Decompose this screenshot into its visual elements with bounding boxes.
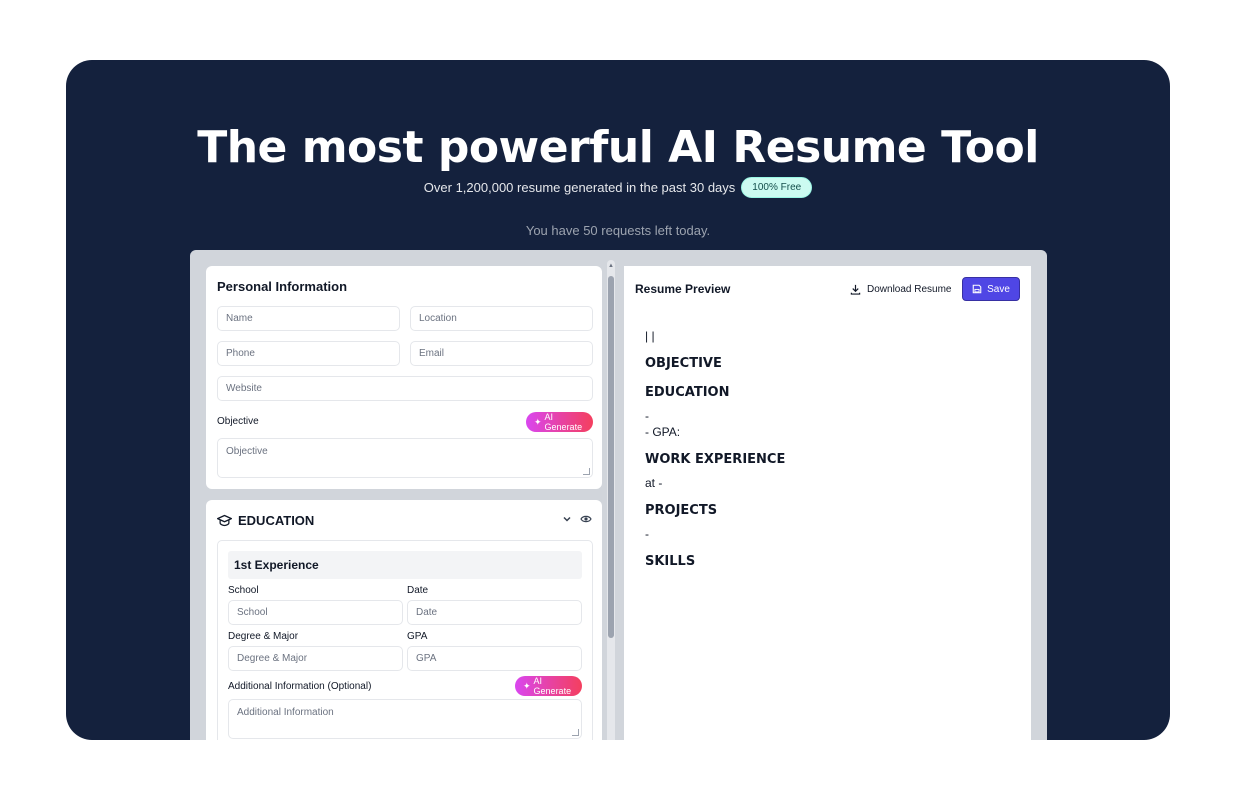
download-resume-label: Download Resume <box>867 283 952 295</box>
additional-info-label: Additional Information (Optional) <box>228 681 372 692</box>
objective-ai-generate-button[interactable]: ✦ AI Generate <box>526 412 593 432</box>
date-input[interactable]: Date <box>407 600 582 625</box>
sparkle-icon: ✦ <box>523 680 531 691</box>
ai-generate-label: AI Generate <box>533 676 572 696</box>
ai-generate-label: AI Generate <box>544 412 583 432</box>
editor-frame: Personal Information Name Location Phone… <box>190 250 1047 740</box>
hero-title: The most powerful AI Resume Tool <box>197 122 1039 173</box>
gpa-label: GPA <box>407 631 428 642</box>
name-input[interactable]: Name <box>217 306 400 331</box>
objective-textarea[interactable]: Objective <box>217 438 593 478</box>
eye-icon[interactable] <box>580 514 592 524</box>
website-input[interactable]: Website <box>217 376 593 401</box>
resume-preview-panel: Resume Preview Download Resume Save | | … <box>624 266 1031 740</box>
education-entry: 1st Experience School Date School Date D… <box>217 540 593 740</box>
scroll-up-arrow-icon[interactable]: ▲ <box>607 262 615 270</box>
preview-education-heading: EDUCATION <box>645 385 730 400</box>
objective-label: Objective <box>217 416 259 427</box>
resume-preview-title: Resume Preview <box>635 282 731 296</box>
location-input[interactable]: Location <box>410 306 593 331</box>
sparkle-icon: ✦ <box>534 416 542 427</box>
hero-subtitle-row: Over 1,200,000 resume generated in the p… <box>66 177 1170 198</box>
preview-projects-line: - <box>645 527 649 541</box>
email-input[interactable]: Email <box>410 341 593 366</box>
page-background: The most powerful AI Resume Tool Over 1,… <box>0 0 1236 800</box>
date-label: Date <box>407 585 429 596</box>
school-label: School <box>228 585 259 596</box>
download-resume-button[interactable]: Download Resume <box>842 278 960 300</box>
personal-info-title: Personal Information <box>217 279 348 294</box>
degree-label: Degree & Major <box>228 631 299 642</box>
download-icon <box>850 284 861 295</box>
graduation-cap-icon <box>217 514 232 527</box>
objective-placeholder: Objective <box>226 446 268 457</box>
form-scrollbar[interactable]: ▲ <box>607 260 615 740</box>
preview-work-heading: WORK EXPERIENCE <box>645 452 786 467</box>
education-controls <box>562 514 592 524</box>
personal-info-section: Personal Information Name Location Phone… <box>206 266 602 489</box>
education-section: EDUCATION 1st Experience School Date Sch… <box>206 500 602 740</box>
hero-subtitle: Over 1,200,000 resume generated in the p… <box>423 180 736 195</box>
additional-info-placeholder: Additional Information <box>237 707 334 718</box>
free-badge: 100% Free <box>741 177 813 198</box>
preview-header-line: | | <box>645 329 655 343</box>
school-input[interactable]: School <box>228 600 403 625</box>
floppy-disk-icon <box>972 284 982 294</box>
preview-skills-heading: SKILLS <box>645 554 696 569</box>
preview-education-gpa: - GPA: <box>645 425 681 439</box>
chevron-down-icon[interactable] <box>562 514 572 524</box>
preview-work-line: at - <box>645 476 663 490</box>
resize-handle-icon[interactable] <box>583 468 590 475</box>
save-label: Save <box>987 283 1010 295</box>
preview-projects-heading: PROJECTS <box>645 503 718 518</box>
save-button[interactable]: Save <box>962 277 1020 301</box>
resize-handle-icon[interactable] <box>572 729 579 736</box>
degree-input[interactable]: Degree & Major <box>228 646 403 671</box>
phone-input[interactable]: Phone <box>217 341 400 366</box>
form-panel: Personal Information Name Location Phone… <box>206 266 602 740</box>
requests-left: You have 50 requests left today. <box>525 223 711 238</box>
preview-education-line: - <box>645 409 649 423</box>
education-title: EDUCATION <box>238 513 315 528</box>
preview-objective-heading: OBJECTIVE <box>645 356 722 371</box>
scrollbar-thumb[interactable] <box>608 276 614 638</box>
education-entry-title: 1st Experience <box>228 551 582 579</box>
hero-card: The most powerful AI Resume Tool Over 1,… <box>66 60 1170 740</box>
education-ai-generate-button[interactable]: ✦ AI Generate <box>515 676 582 696</box>
gpa-input[interactable]: GPA <box>407 646 582 671</box>
education-header[interactable]: EDUCATION <box>217 513 314 528</box>
additional-info-textarea[interactable]: Additional Information <box>228 699 582 739</box>
